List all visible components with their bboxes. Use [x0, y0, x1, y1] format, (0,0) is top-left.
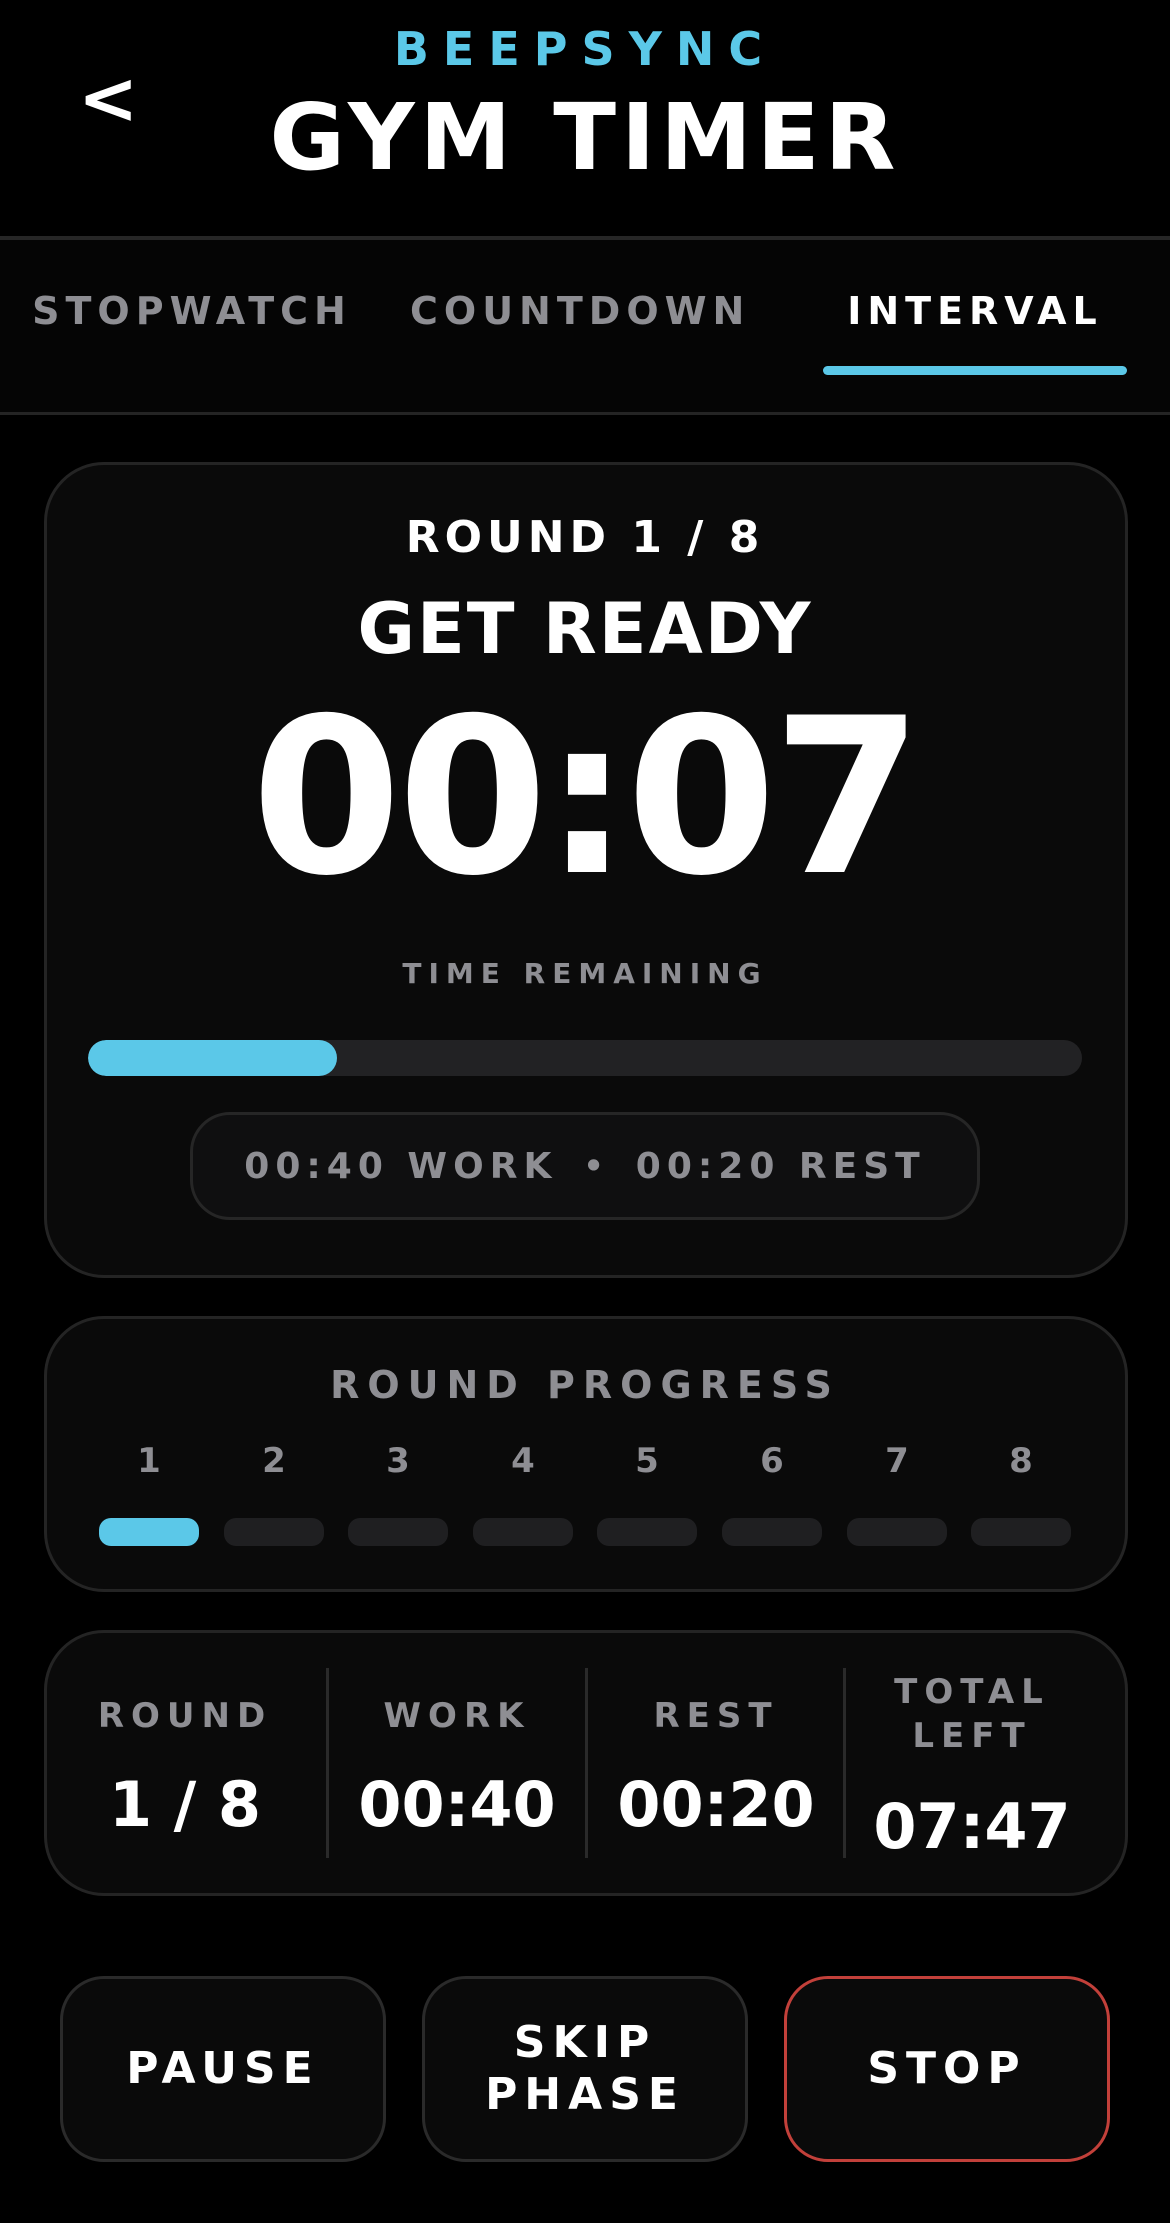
- skip-phase-button[interactable]: SKIP PHASE: [422, 1976, 748, 2162]
- stat-work-label: WORK: [383, 1696, 531, 1736]
- round-number: 8: [1009, 1441, 1033, 1481]
- stat-rest-value: 00:20: [617, 1768, 815, 1841]
- stat-round-value: 1 / 8: [108, 1768, 262, 1841]
- tab-interval[interactable]: INTERVAL: [823, 292, 1127, 330]
- stat-rest-label: REST: [653, 1696, 779, 1736]
- round-number: 2: [262, 1441, 286, 1481]
- tab-countdown[interactable]: COUNTDOWN: [410, 292, 750, 330]
- stat-round: ROUND 1 / 8: [44, 1630, 326, 1896]
- pause-button[interactable]: PAUSE: [60, 1976, 386, 2162]
- round-segment: [473, 1518, 573, 1546]
- mode-tabs: STOPWATCH COUNTDOWN INTERVAL: [0, 240, 1170, 415]
- round-progress-title: ROUND PROGRESS: [330, 1363, 840, 1407]
- time-remaining-caption: TIME REMAINING: [402, 957, 768, 990]
- page-title: GYM TIMER: [269, 84, 901, 191]
- work-duration-text: 00:40 WORK: [244, 1145, 558, 1187]
- stat-total-left: TOTAL LEFT 07:47: [846, 1630, 1098, 1896]
- round-segment: [348, 1518, 448, 1546]
- round-label: ROUND 1 / 8: [405, 512, 765, 563]
- round-segment: [99, 1518, 199, 1546]
- time-display: 00:07: [251, 672, 923, 923]
- stat-work: WORK 00:40: [329, 1630, 585, 1896]
- round-segment: [722, 1518, 822, 1546]
- round-number: 6: [760, 1441, 784, 1481]
- stop-button[interactable]: STOP: [784, 1976, 1110, 2162]
- stat-round-label: ROUND: [97, 1696, 273, 1736]
- phase-progress-fill: [88, 1040, 337, 1076]
- tab-stopwatch[interactable]: STOPWATCH: [32, 292, 352, 330]
- round-number: 1: [137, 1441, 161, 1481]
- round-progress-card: [44, 1316, 1128, 1592]
- round-segment: [224, 1518, 324, 1546]
- round-number: 7: [885, 1441, 909, 1481]
- separator-dot: •: [583, 1147, 610, 1185]
- round-number: 4: [511, 1441, 535, 1481]
- round-segment: [971, 1518, 1071, 1546]
- active-tab-indicator: [823, 366, 1127, 375]
- stat-total-left-label: TOTAL LEFT: [894, 1672, 1050, 1756]
- rest-duration-text: 00:20 REST: [635, 1145, 926, 1187]
- round-segment: [597, 1518, 697, 1546]
- round-number: 5: [635, 1441, 659, 1481]
- brand-name: BEEPSYNC: [393, 22, 777, 76]
- round-number: 3: [386, 1441, 410, 1481]
- phase-label: GET READY: [357, 588, 813, 670]
- phase-progress-bar: [88, 1040, 1082, 1076]
- interval-summary-pill: 00:40 WORK • 00:20 REST: [190, 1112, 980, 1220]
- stat-work-value: 00:40: [358, 1768, 556, 1841]
- stat-rest: REST 00:20: [588, 1630, 844, 1896]
- round-segment: [847, 1518, 947, 1546]
- stat-total-left-value: 07:47: [873, 1790, 1071, 1863]
